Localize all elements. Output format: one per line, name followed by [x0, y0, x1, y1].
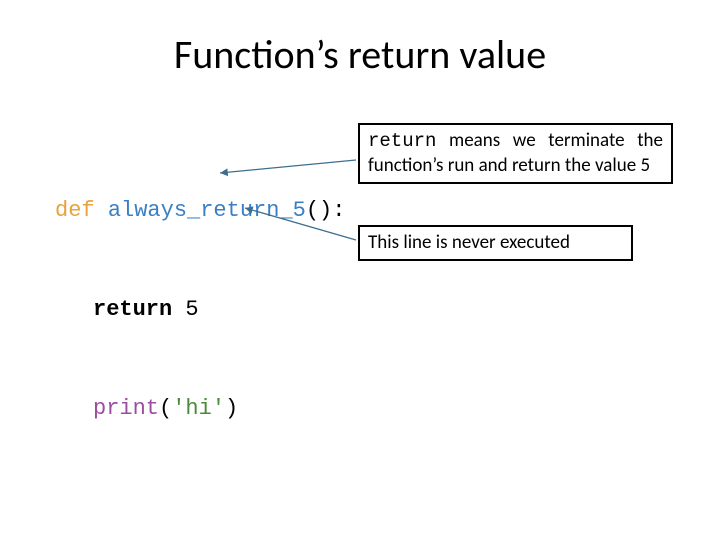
- literal-5: 5: [185, 297, 198, 322]
- page-title: Function’s return value: [0, 30, 720, 79]
- callout-mono: return: [368, 130, 436, 152]
- slide: Function’s return value def always_retur…: [0, 0, 720, 540]
- code-block: def always_return_5(): return 5 print('h…: [55, 128, 345, 491]
- space: [172, 297, 185, 322]
- parentheses: ():: [306, 198, 346, 223]
- callout-text: This line is never executed: [368, 231, 570, 254]
- code-line-1: def always_return_5():: [55, 194, 345, 227]
- string-literal: 'hi': [172, 396, 225, 421]
- callout-never-executed: This line is never executed: [358, 225, 633, 261]
- keyword-def: def: [55, 198, 95, 223]
- space: [95, 198, 108, 223]
- code-line-2: return 5: [55, 293, 345, 326]
- code-line-3: print('hi'): [55, 392, 345, 425]
- callout-return-explain: return means we terminate the function’s…: [358, 123, 673, 184]
- rparen: ): [225, 396, 238, 421]
- function-name: always_return_5: [108, 198, 306, 223]
- builtin-print: print: [93, 396, 159, 421]
- lparen: (: [159, 396, 172, 421]
- keyword-return: return: [93, 297, 172, 322]
